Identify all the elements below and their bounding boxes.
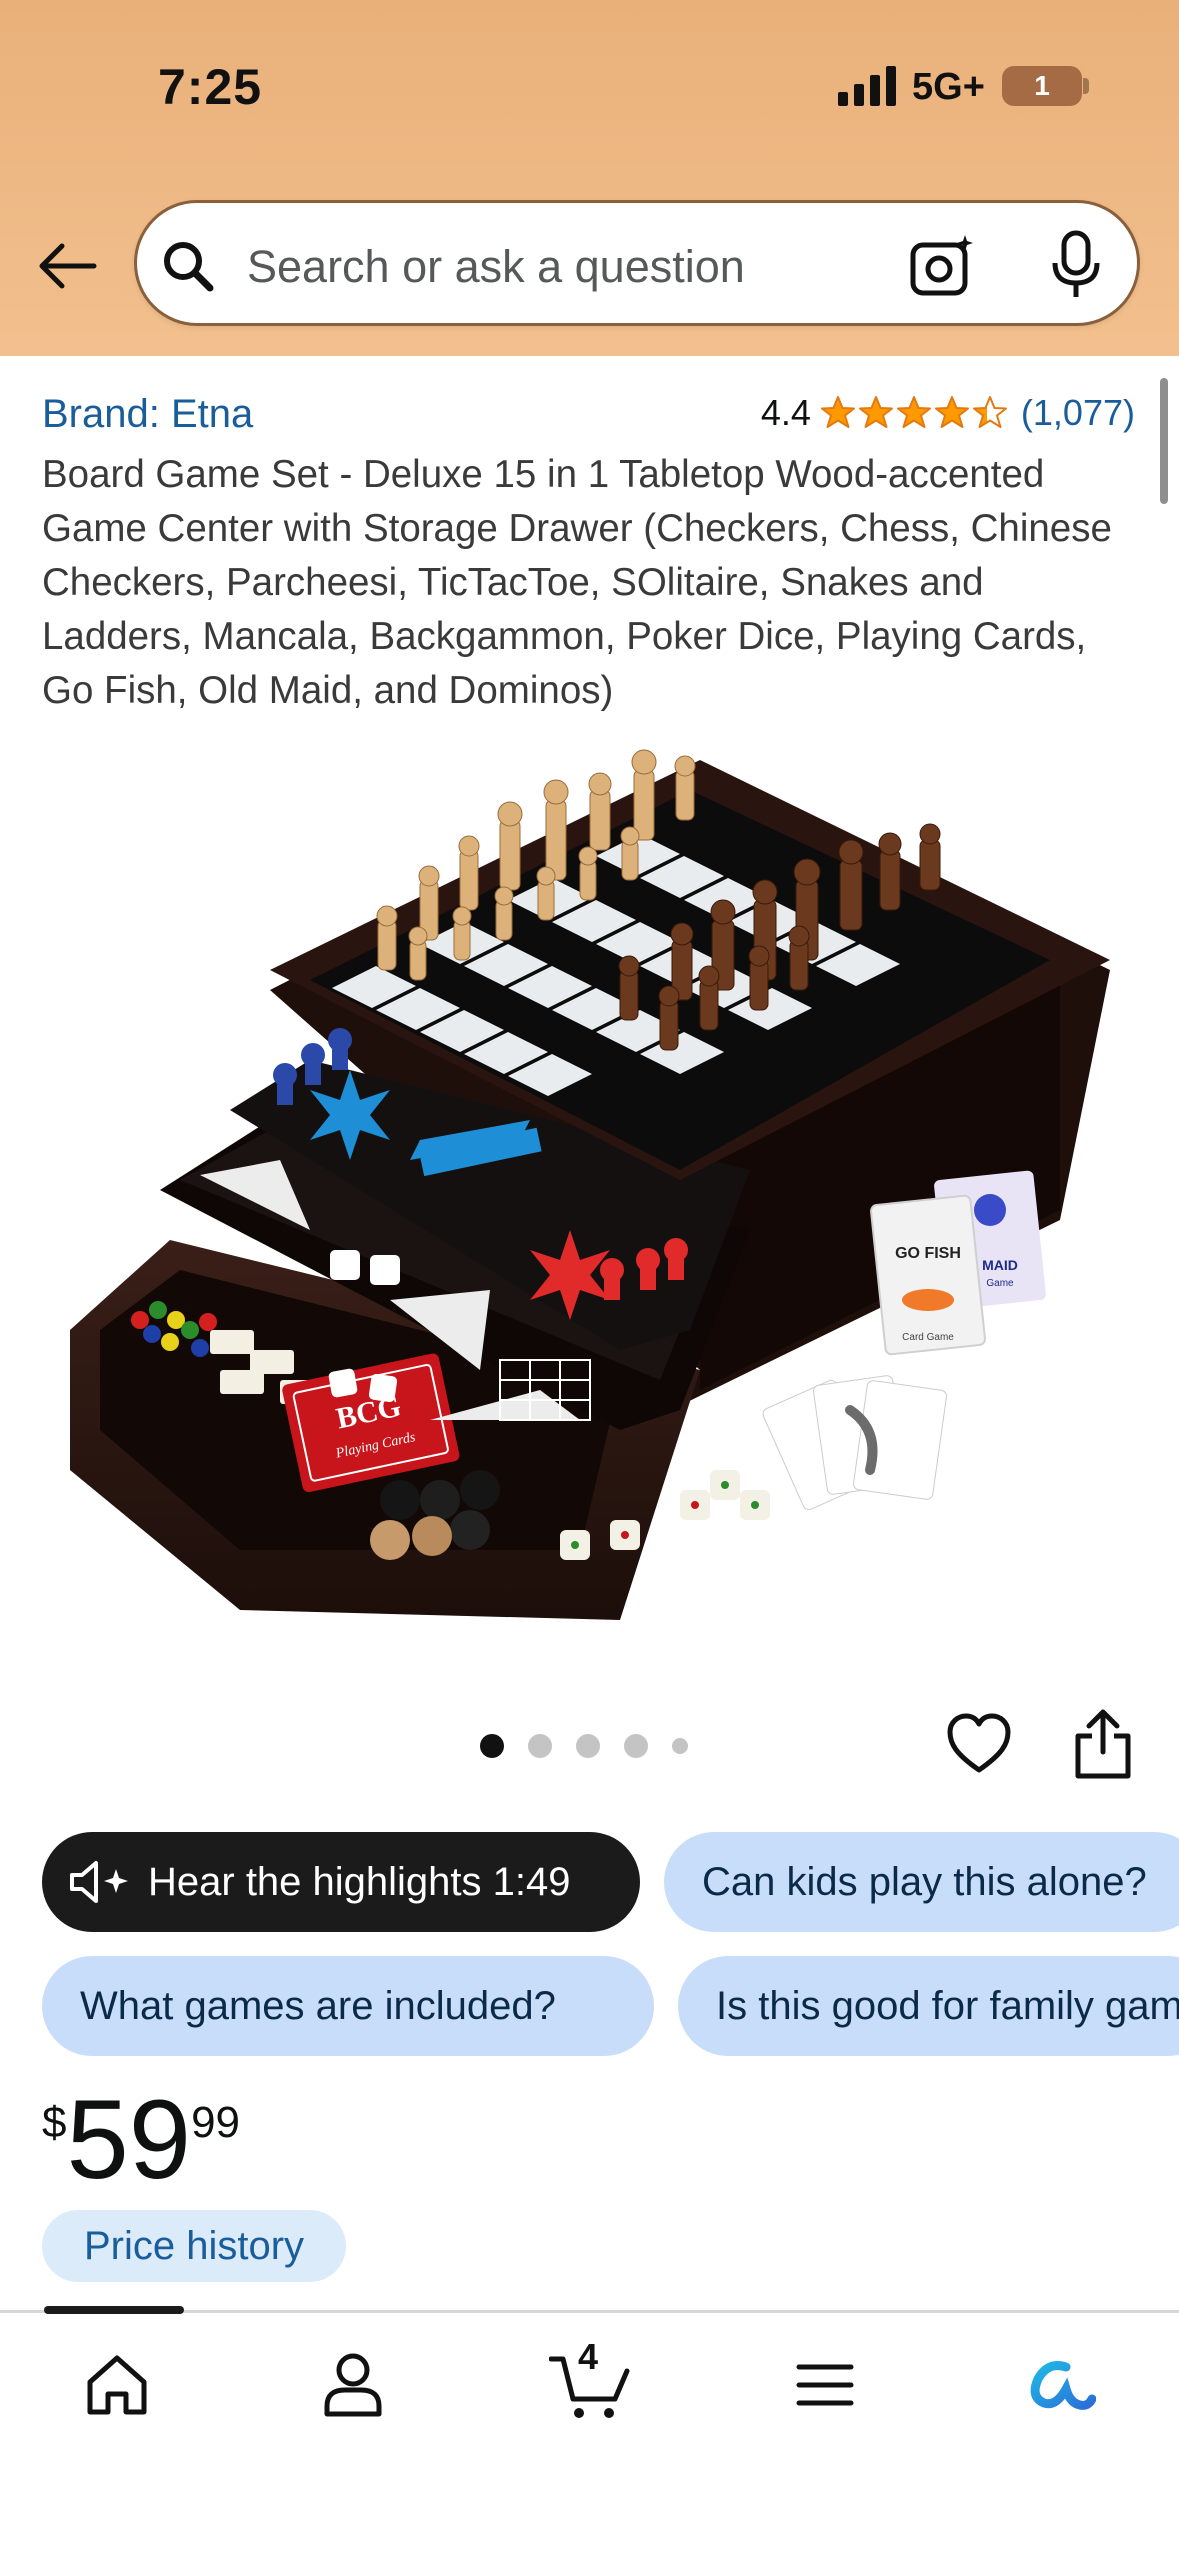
speaker-icon <box>70 1861 128 1903</box>
search-icon <box>164 242 214 292</box>
price: $ 59 99 <box>42 2084 240 2196</box>
price-whole: 59 <box>66 2077 192 2202</box>
nav-rufus[interactable] <box>1016 2340 1106 2430</box>
star-rating <box>820 396 1007 430</box>
rating-summary[interactable]: 4.4 (1,077) <box>761 392 1135 434</box>
star-icon <box>934 396 969 428</box>
mic-icon[interactable] <box>1049 229 1103 301</box>
nav-menu[interactable] <box>780 2340 870 2430</box>
question-chip[interactable]: Can kids play this alone? <box>664 1832 1179 1932</box>
review-count[interactable]: (1,077) <box>1021 392 1135 434</box>
image-pager[interactable] <box>480 1734 688 1758</box>
active-tab-indicator <box>44 2306 184 2314</box>
price-history-button[interactable]: Price history <box>42 2210 346 2282</box>
pager-dot[interactable] <box>624 1734 648 1758</box>
star-icon <box>820 396 855 428</box>
price-symbol: $ <box>42 2098 67 2147</box>
hear-highlights-label: Hear the highlights 1:49 <box>148 1859 571 1904</box>
pager-dot[interactable] <box>480 1734 504 1758</box>
svg-text:MAID: MAID <box>982 1257 1018 1273</box>
star-icon <box>858 396 893 428</box>
heart-icon[interactable] <box>946 1712 1012 1778</box>
cart-count-badge: 4 <box>578 2336 599 2377</box>
svg-text:Card Game: Card Game <box>902 1332 954 1343</box>
star-icon <box>972 396 1007 428</box>
rufus-icon <box>1030 2361 1096 2410</box>
network-type: 5G+ <box>912 66 985 108</box>
search-bar[interactable]: Search or ask a question <box>134 200 1140 326</box>
pager-dot[interactable] <box>672 1738 688 1754</box>
checkers <box>370 1470 500 1560</box>
menu-icon <box>796 2364 854 2406</box>
camera-icon[interactable] <box>909 231 977 299</box>
pager-dot[interactable] <box>576 1734 600 1758</box>
search-input[interactable]: Search or ask a question <box>247 241 745 293</box>
back-button[interactable] <box>30 230 102 302</box>
question-chip[interactable]: What games are included? <box>42 1956 654 2056</box>
pager-dot[interactable] <box>528 1734 552 1758</box>
signal-icon <box>838 66 896 106</box>
battery-tip <box>1083 78 1089 94</box>
star-icon <box>896 396 931 428</box>
battery-indicator: 1 <box>1002 66 1082 106</box>
nav-account[interactable] <box>308 2340 398 2430</box>
fanned-cards <box>762 1375 947 1511</box>
product-image[interactable]: BCG Playing Cards MAID Game GO FISH Card… <box>60 730 1120 1640</box>
home-icon <box>87 2355 147 2415</box>
question-chip[interactable]: Is this good for family game night? <box>678 1956 1179 2056</box>
share-icon[interactable] <box>1072 1708 1134 1780</box>
svg-text:GO FISH: GO FISH <box>895 1245 961 1262</box>
brand-link[interactable]: Brand: Etna <box>42 392 253 437</box>
price-fraction: 99 <box>191 2098 241 2147</box>
status-time: 7:25 <box>158 59 263 115</box>
scrollbar[interactable] <box>1160 378 1168 504</box>
back-arrow-icon <box>39 243 97 289</box>
go-fish-box: GO FISH Card Game <box>870 1194 986 1356</box>
nav-home[interactable] <box>72 2340 162 2430</box>
rating-value: 4.4 <box>760 392 811 433</box>
account-icon <box>324 2353 382 2417</box>
svg-text:Game: Game <box>986 1278 1014 1289</box>
product-title: Board Game Set - Deluxe 15 in 1 Tabletop… <box>42 453 1112 712</box>
hear-highlights-button[interactable]: Hear the highlights 1:49 <box>42 1832 640 1932</box>
